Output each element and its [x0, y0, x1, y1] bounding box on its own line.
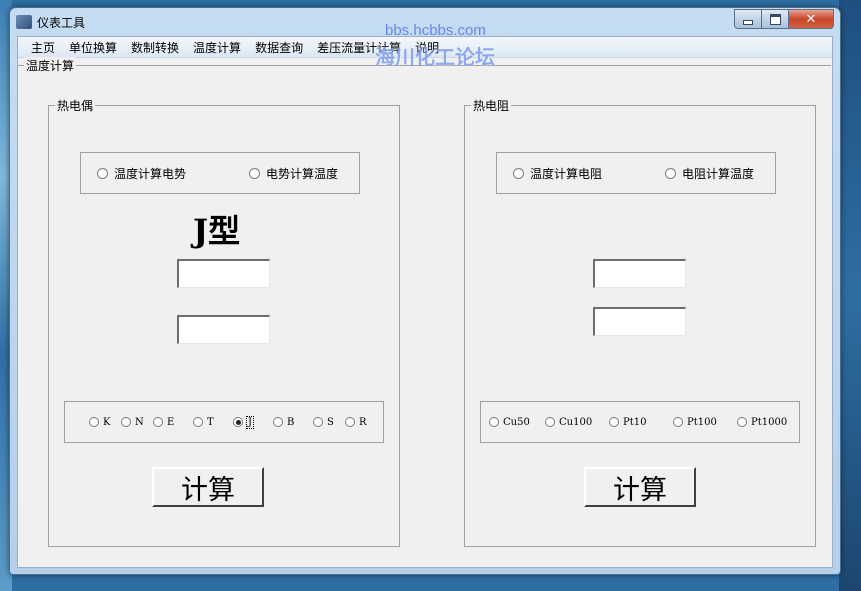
- thermocouple-input-1[interactable]: [177, 259, 270, 288]
- maximize-button[interactable]: [762, 9, 789, 29]
- maximize-icon: [769, 13, 781, 25]
- radio-label: K: [103, 416, 111, 428]
- radio-indicator: [345, 417, 355, 427]
- radio-label: N: [135, 416, 144, 428]
- radio-indicator: [273, 417, 283, 427]
- radio-indicator: [97, 167, 108, 179]
- thermocouple-type-box: K N E T J B S R: [64, 401, 384, 443]
- radio-label: T: [207, 416, 214, 428]
- radio-label: 温度计算电阻: [530, 166, 603, 181]
- minimize-button[interactable]: [734, 9, 762, 29]
- close-icon: ✕: [805, 11, 817, 27]
- thermocouple-mode-box: 温度计算电势 电势计算温度: [80, 152, 360, 194]
- menu-item-temperature[interactable]: 温度计算: [186, 39, 248, 56]
- radio-label: B: [287, 416, 295, 428]
- radio-indicator: [89, 417, 99, 427]
- rtd-title: 热电阻: [471, 97, 512, 114]
- rtd-mode-box: 温度计算电阻 电阻计算温度: [496, 152, 776, 194]
- menu-item-unit-conversion[interactable]: 单位换算: [62, 39, 124, 56]
- thermocouple-type-label: J型: [193, 212, 241, 250]
- menu-item-data-query[interactable]: 数据查询: [248, 39, 310, 56]
- radio-label: E: [167, 416, 175, 428]
- radio-label: Pt1000: [751, 416, 788, 428]
- radio-emf-to-temp[interactable]: 电势计算温度: [249, 165, 338, 182]
- window-controls: ✕: [734, 9, 834, 29]
- app-icon: [16, 15, 32, 29]
- radio-pt1000[interactable]: Pt1000: [737, 417, 787, 428]
- desktop-background-right: [839, 0, 861, 591]
- radio-label: 电势计算温度: [266, 166, 339, 181]
- radio-indicator: [609, 417, 619, 427]
- radio-indicator: [313, 417, 323, 427]
- radio-indicator: [673, 417, 683, 427]
- section-title: 温度计算: [24, 57, 77, 74]
- thermocouple-group: 热电偶 温度计算电势 电势计算温度 J型 K N E T J B S R 计算: [48, 97, 400, 547]
- rtd-group: 热电阻 温度计算电阻 电阻计算温度 Cu50 Cu100 Pt10 Pt100 …: [464, 97, 816, 547]
- radio-label: Cu50: [503, 416, 530, 428]
- thermocouple-calculate-button[interactable]: 计算: [152, 467, 264, 507]
- rtd-type-box: Cu50 Cu100 Pt10 Pt100 Pt1000: [480, 401, 800, 443]
- radio-pt100[interactable]: Pt100: [673, 417, 717, 428]
- radio-indicator: [489, 417, 499, 427]
- app-window: 仪表工具 ✕ bbs.hcbbs.com 主页 单位换算 数制转换 温度计算 数…: [9, 7, 841, 575]
- radio-type-s[interactable]: S: [313, 417, 334, 428]
- thermocouple-title: 热电偶: [55, 97, 96, 114]
- minimize-icon: [743, 19, 753, 25]
- rtd-input-2[interactable]: [593, 307, 686, 336]
- radio-type-t[interactable]: T: [193, 417, 214, 428]
- menu-item-number-system[interactable]: 数制转换: [124, 39, 186, 56]
- radio-temp-to-emf[interactable]: 温度计算电势: [97, 165, 186, 182]
- rtd-calculate-button[interactable]: 计算: [584, 467, 696, 507]
- radio-indicator: [121, 417, 131, 427]
- window-title: 仪表工具: [37, 16, 86, 30]
- radio-label: Cu100: [559, 416, 593, 428]
- radio-indicator: [513, 167, 524, 179]
- radio-indicator-selected: [233, 417, 243, 427]
- radio-type-k[interactable]: K: [89, 417, 110, 428]
- radio-label: S: [327, 416, 334, 428]
- radio-indicator: [665, 167, 676, 179]
- radio-pt10[interactable]: Pt10: [609, 417, 646, 428]
- radio-label: R: [359, 416, 367, 428]
- radio-label: 温度计算电势: [114, 166, 187, 181]
- radio-label: 电阻计算温度: [682, 166, 755, 181]
- radio-indicator: [545, 417, 555, 427]
- close-button[interactable]: ✕: [789, 9, 834, 29]
- radio-type-e[interactable]: E: [153, 417, 174, 428]
- radio-indicator: [249, 167, 260, 179]
- radio-label: J: [245, 415, 255, 429]
- radio-label: Pt10: [623, 416, 647, 428]
- radio-indicator: [193, 417, 203, 427]
- menu-item-home[interactable]: 主页: [24, 39, 62, 56]
- radio-temp-to-resistance[interactable]: 温度计算电阻: [513, 165, 602, 182]
- radio-resistance-to-temp[interactable]: 电阻计算温度: [665, 165, 754, 182]
- radio-indicator: [153, 417, 163, 427]
- radio-label: Pt100: [687, 416, 717, 428]
- radio-type-r[interactable]: R: [345, 417, 367, 428]
- thermocouple-input-2[interactable]: [177, 315, 270, 344]
- radio-cu50[interactable]: Cu50: [489, 417, 530, 428]
- watermark-text: 海川化工论坛: [375, 45, 495, 69]
- temperature-calc-group: 温度计算 热电偶 温度计算电势 电势计算温度 J型 K N E T J B S …: [18, 57, 831, 566]
- radio-type-n[interactable]: N: [121, 417, 144, 428]
- radio-type-b[interactable]: B: [273, 417, 294, 428]
- radio-cu100[interactable]: Cu100: [545, 417, 592, 428]
- client-area: 主页 单位换算 数制转换 温度计算 数据查询 差压流量计计算 说明 温度计算 热…: [17, 36, 833, 568]
- rtd-input-1[interactable]: [593, 259, 686, 288]
- radio-indicator: [737, 417, 747, 427]
- radio-type-j[interactable]: J: [233, 415, 255, 429]
